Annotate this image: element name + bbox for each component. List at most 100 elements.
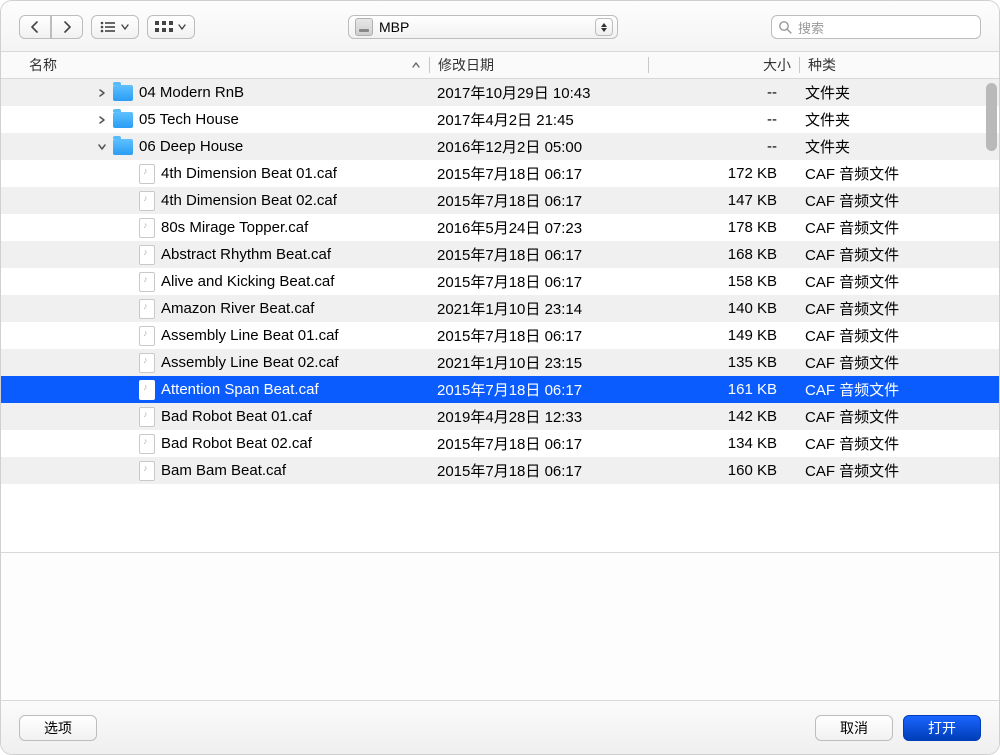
- item-date: 2015年7月18日 06:17: [429, 244, 647, 265]
- file-row[interactable]: Abstract Rhythm Beat.caf 2015年7月18日 06:17…: [1, 241, 999, 268]
- audio-file-icon: [139, 218, 155, 238]
- sort-asc-icon: [411, 57, 421, 73]
- item-size: --: [647, 84, 797, 101]
- disclosure-open-icon[interactable]: [97, 142, 107, 152]
- view-list-button[interactable]: [91, 15, 139, 39]
- location-popup[interactable]: MBP: [348, 15, 618, 39]
- item-kind: CAF 音频文件: [797, 325, 999, 346]
- location-label: MBP: [379, 19, 589, 35]
- item-name: 80s Mirage Topper.caf: [161, 219, 308, 236]
- disclosure-closed-icon[interactable]: [97, 115, 107, 125]
- item-kind: CAF 音频文件: [797, 406, 999, 427]
- disclosure-closed-icon[interactable]: [97, 88, 107, 98]
- folder-icon: [113, 139, 133, 155]
- file-row[interactable]: Amazon River Beat.caf2021年1月10日 23:14140…: [1, 295, 999, 322]
- footer: 选项 取消 打开: [1, 700, 999, 754]
- audio-file-icon: [139, 245, 155, 265]
- search-placeholder: 搜索: [798, 18, 824, 37]
- item-size: 168 KB: [647, 246, 797, 263]
- folder-row[interactable]: 04 Modern RnB2017年10月29日 10:43--文件夹: [1, 79, 999, 106]
- item-name: Attention Span Beat.caf: [161, 381, 319, 398]
- audio-file-icon: [139, 434, 155, 454]
- item-name: Bad Robot Beat 01.caf: [161, 408, 312, 425]
- file-row[interactable]: 4th Dimension Beat 01.caf2015年7月18日 06:1…: [1, 160, 999, 187]
- item-date: 2015年7月18日 06:17: [429, 325, 647, 346]
- item-date: 2015年7月18日 06:17: [429, 433, 647, 454]
- file-row[interactable]: Assembly Line Beat 01.caf2015年7月18日 06:1…: [1, 322, 999, 349]
- file-row[interactable]: 80s Mirage Topper.caf2016年5月24日 07:23178…: [1, 214, 999, 241]
- item-size: 160 KB: [647, 462, 797, 479]
- column-modified[interactable]: 修改日期: [430, 52, 648, 78]
- item-name: 04 Modern RnB: [139, 84, 244, 101]
- list-icon: [100, 21, 116, 33]
- item-size: 142 KB: [647, 408, 797, 425]
- options-button[interactable]: 选项: [19, 715, 97, 741]
- search-field[interactable]: 搜索: [771, 15, 981, 39]
- column-kind[interactable]: 种类: [800, 52, 999, 78]
- item-size: 172 KB: [647, 165, 797, 182]
- item-kind: CAF 音频文件: [797, 433, 999, 454]
- item-date: 2021年1月10日 23:14: [429, 298, 647, 319]
- file-row[interactable]: Bad Robot Beat 01.caf 2019年4月28日 12:33142…: [1, 403, 999, 430]
- folder-row[interactable]: 06 Deep House2016年12月2日 05:00--文件夹: [1, 133, 999, 160]
- item-date: 2015年7月18日 06:17: [429, 190, 647, 211]
- open-button[interactable]: 打开: [903, 715, 981, 741]
- file-row[interactable]: Attention Span Beat.caf2015年7月18日 06:171…: [1, 376, 999, 403]
- item-date: 2019年4月28日 12:33: [429, 406, 647, 427]
- folder-icon: [113, 85, 133, 101]
- item-kind: 文件夹: [797, 136, 999, 157]
- item-size: 140 KB: [647, 300, 797, 317]
- item-kind: 文件夹: [797, 109, 999, 130]
- item-date: 2017年4月2日 21:45: [429, 109, 647, 130]
- item-kind: CAF 音频文件: [797, 379, 999, 400]
- file-row[interactable]: Alive and Kicking Beat.caf2015年7月18日 06:…: [1, 268, 999, 295]
- audio-file-icon: [139, 461, 155, 481]
- chevron-down-icon: [120, 22, 130, 32]
- item-date: 2015年7月18日 06:17: [429, 271, 647, 292]
- view-group-button[interactable]: [147, 15, 195, 39]
- file-list[interactable]: 04 Modern RnB2017年10月29日 10:43--文件夹05 Te…: [1, 79, 999, 552]
- item-kind: CAF 音频文件: [797, 163, 999, 184]
- audio-file-icon: [139, 164, 155, 184]
- item-name: Bad Robot Beat 02.caf: [161, 435, 312, 452]
- item-name: 4th Dimension Beat 02.caf: [161, 192, 337, 209]
- item-size: --: [647, 111, 797, 128]
- file-row[interactable]: Bad Robot Beat 02.caf2015年7月18日 06:17134…: [1, 430, 999, 457]
- folder-icon: [113, 112, 133, 128]
- file-row[interactable]: Assembly Line Beat 02.caf2021年1月10日 23:1…: [1, 349, 999, 376]
- file-row[interactable]: 4th Dimension Beat 02.caf 2015年7月18日 06:1…: [1, 187, 999, 214]
- item-name: Abstract Rhythm Beat.caf: [161, 246, 331, 263]
- column-name[interactable]: 名称: [1, 52, 429, 78]
- item-kind: CAF 音频文件: [797, 352, 999, 373]
- file-row[interactable]: Bam Bam Beat.caf2015年7月18日 06:17160 KBCA…: [1, 457, 999, 484]
- toolbar: MBP 搜索: [1, 1, 999, 51]
- item-size: 149 KB: [647, 327, 797, 344]
- forward-button[interactable]: [51, 15, 83, 39]
- audio-file-icon: [139, 380, 155, 400]
- column-size[interactable]: 大小: [649, 52, 799, 78]
- item-name: 06 Deep House: [139, 138, 243, 155]
- audio-file-icon: [139, 407, 155, 427]
- item-size: 178 KB: [647, 219, 797, 236]
- item-date: 2015年7月18日 06:17: [429, 379, 647, 400]
- nav-buttons: [19, 15, 83, 39]
- disk-icon: [355, 18, 373, 36]
- grid-icon: [155, 21, 173, 33]
- item-size: 135 KB: [647, 354, 797, 371]
- cancel-button[interactable]: 取消: [815, 715, 893, 741]
- item-kind: CAF 音频文件: [797, 298, 999, 319]
- audio-file-icon: [139, 299, 155, 319]
- view-group-group: [147, 15, 195, 39]
- item-name: 4th Dimension Beat 01.caf: [161, 165, 337, 182]
- folder-row[interactable]: 05 Tech House2017年4月2日 21:45--文件夹: [1, 106, 999, 133]
- item-size: 158 KB: [647, 273, 797, 290]
- column-header: 名称 修改日期 大小 种类: [1, 51, 999, 79]
- item-date: 2016年12月2日 05:00: [429, 136, 647, 157]
- preview-pane: [1, 552, 999, 700]
- back-button[interactable]: [19, 15, 51, 39]
- item-kind: CAF 音频文件: [797, 460, 999, 481]
- audio-file-icon: [139, 353, 155, 373]
- scrollbar-thumb[interactable]: [986, 83, 997, 151]
- item-date: 2015年7月18日 06:17: [429, 460, 647, 481]
- audio-file-icon: [139, 326, 155, 346]
